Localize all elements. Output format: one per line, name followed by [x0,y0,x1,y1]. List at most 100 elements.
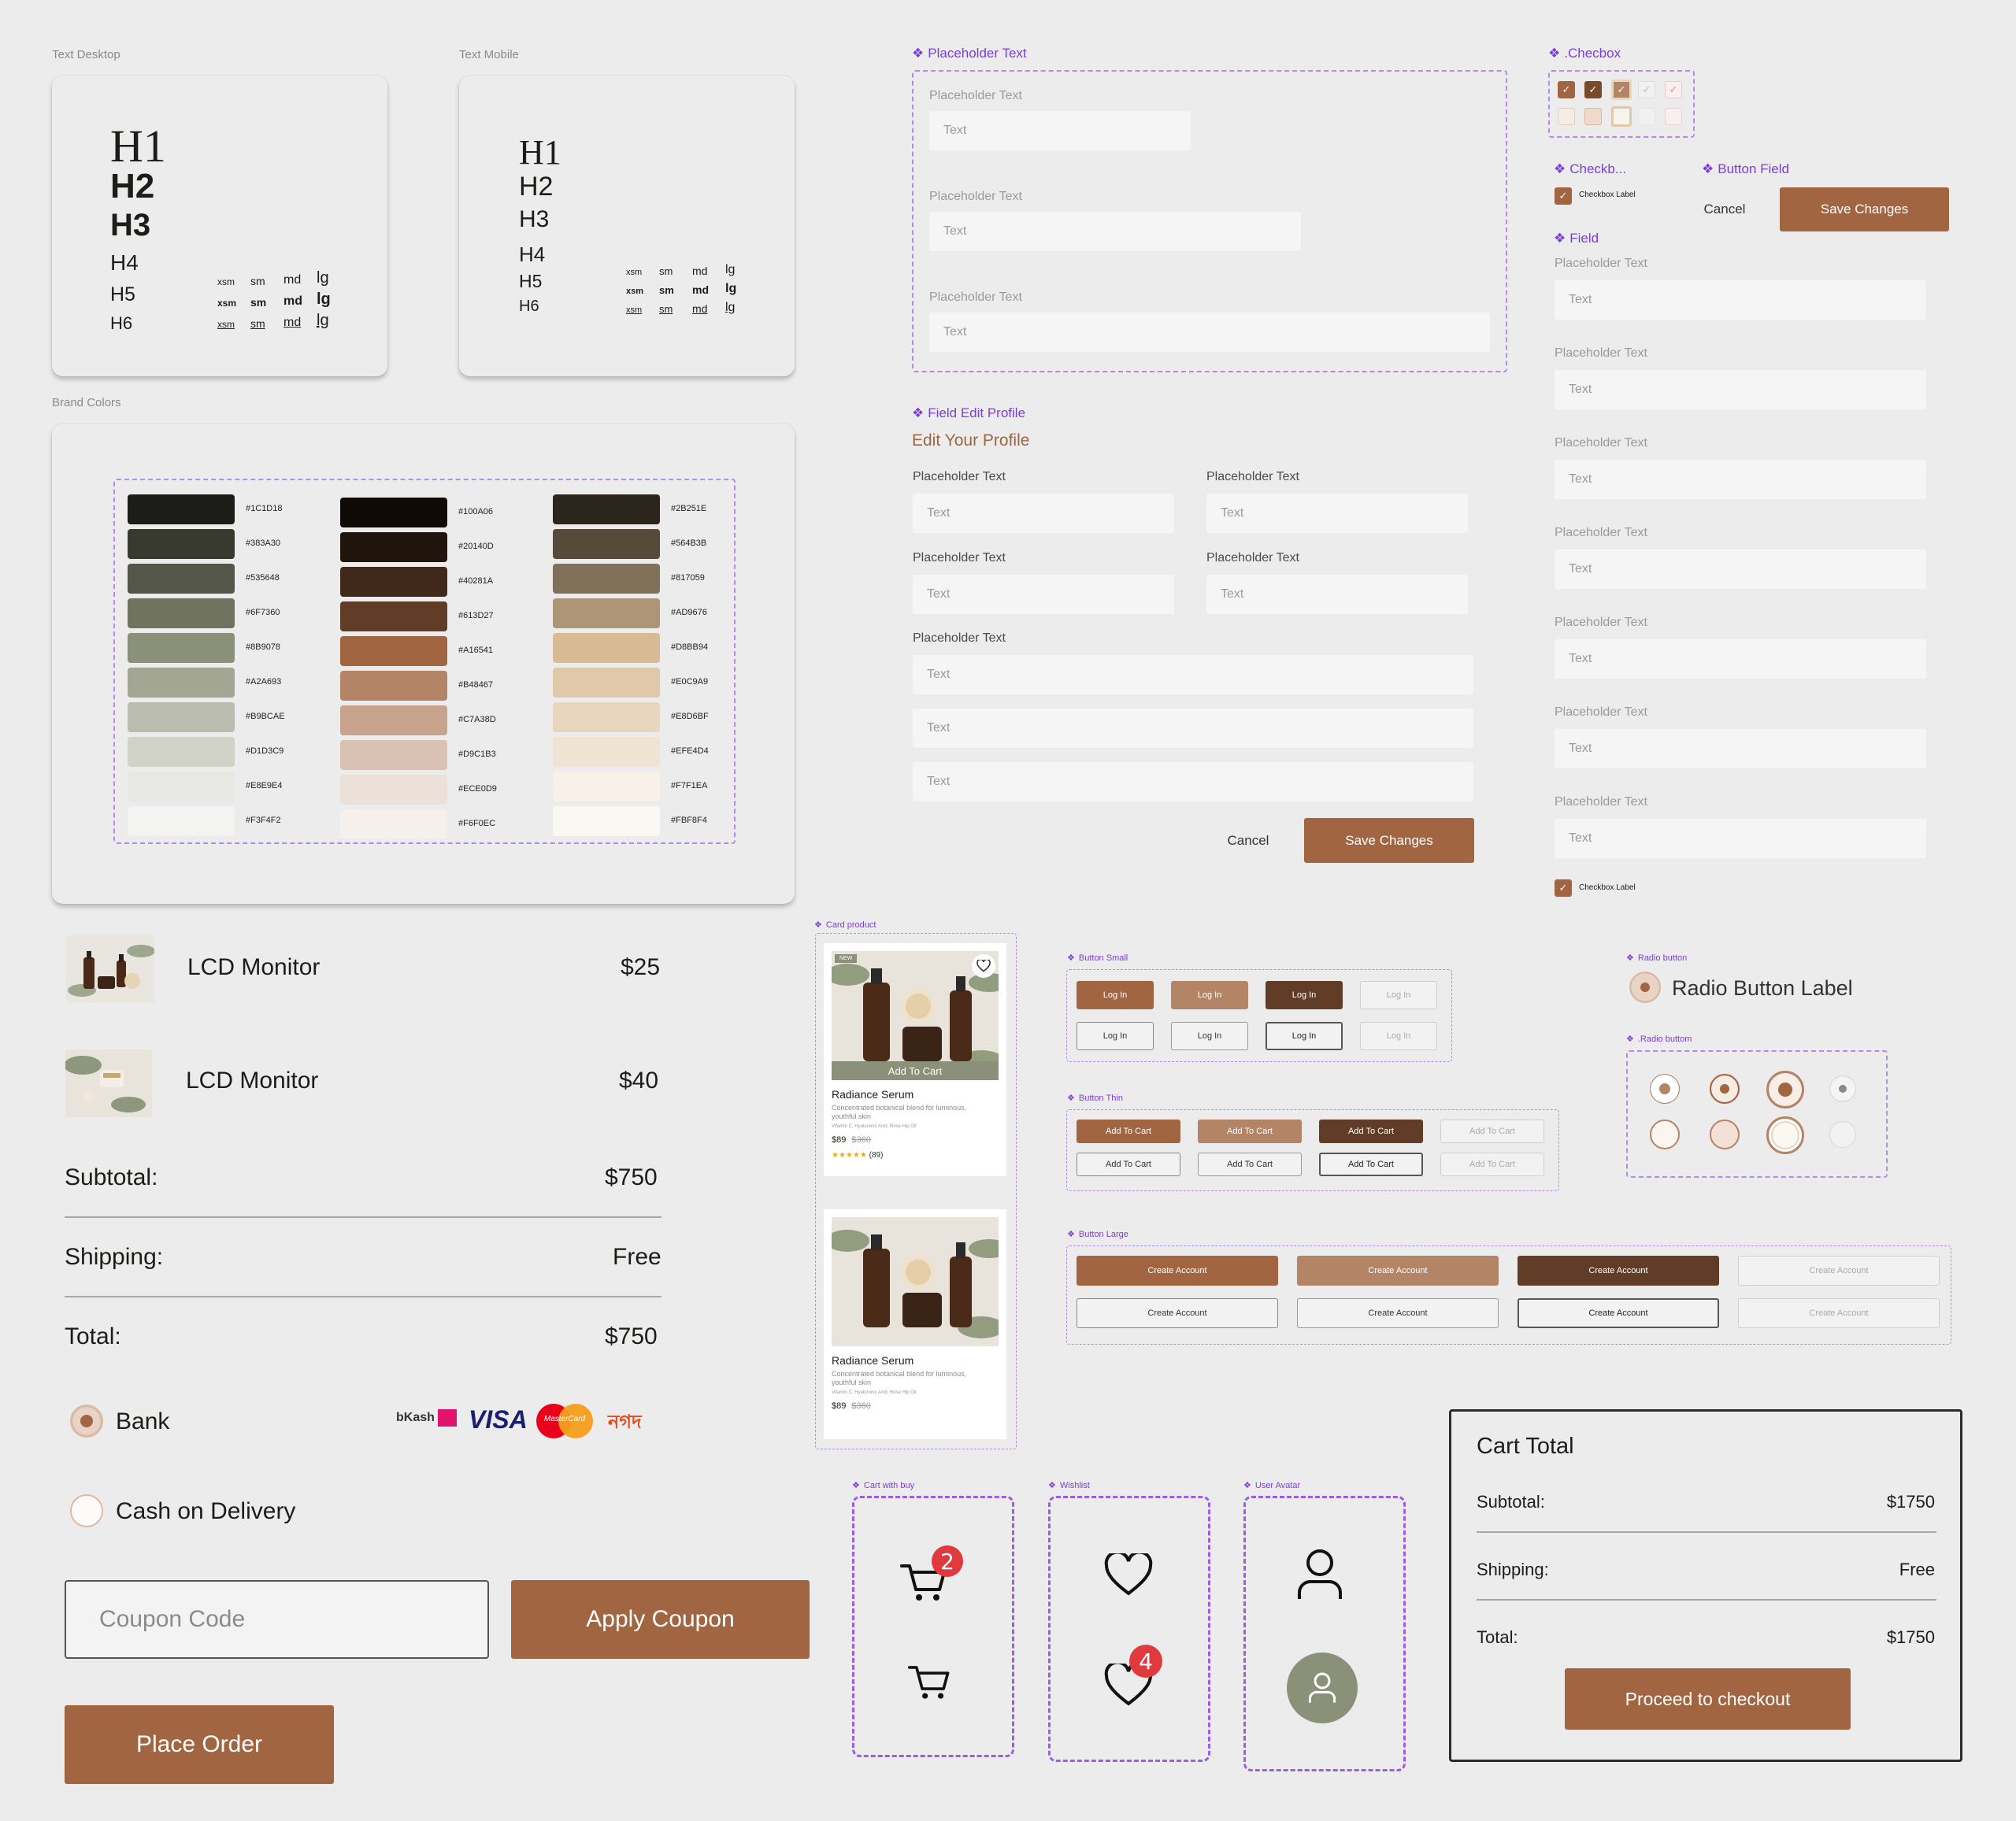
thin-variant-button[interactable]: Add To Cart [1077,1153,1180,1176]
user-avatar-component-label: ❖ User Avatar [1243,1481,1301,1490]
thin-variant-button[interactable]: Add To Cart [1440,1153,1544,1176]
profile-input[interactable]: Text [913,709,1473,748]
radio-selected[interactable] [1829,1075,1856,1102]
color-swatch [553,598,660,628]
text-mobile-card: H1 H2 H3 H4 H5 H6 xsm sm md lg xsm sm md lg xs… [459,76,795,376]
large-variant-button[interactable]: Create Account [1738,1298,1940,1328]
checkbox-unchecked[interactable] [1558,108,1575,125]
checkbox-checked[interactable]: ✓ [1558,81,1575,98]
text-input[interactable]: Text [929,212,1301,251]
thin-variant-button[interactable]: Add To Cart [1319,1120,1423,1143]
save-changes-button[interactable]: Save Changes [1780,187,1949,231]
thin-variant-button[interactable]: Add To Cart [1319,1153,1423,1176]
thin-variant-button[interactable]: Add To Cart [1198,1120,1302,1143]
user-profile-button[interactable] [1296,1547,1343,1606]
large-variant-button[interactable]: Create Account [1297,1256,1499,1286]
wishlist-with-badge[interactable]: 4 [1104,1645,1162,1712]
avatar[interactable] [1287,1653,1358,1723]
small-variant-button[interactable]: Log In [1266,981,1343,1009]
checkbox-checked[interactable]: ✓ [1611,80,1632,100]
text-input[interactable]: Text [929,313,1490,352]
profile-input[interactable]: Text [913,762,1473,801]
size-md: md [692,283,709,296]
checkbox-unchecked[interactable] [1584,108,1602,125]
size-sm: sm [250,275,265,287]
cancel-button[interactable]: Cancel [1693,187,1756,231]
checkbox-unchecked[interactable] [1665,108,1682,125]
checkbox-checked[interactable]: ✓ [1555,879,1572,897]
checkbox-unchecked[interactable] [1611,106,1632,127]
text-input[interactable]: Text [1555,550,1926,589]
wishlist-toggle[interactable] [972,954,995,978]
color-swatch [340,809,447,839]
heading-h5-sample: H5 [110,283,135,305]
save-changes-button[interactable]: Save Changes [1304,818,1474,863]
thin-variant-button[interactable]: Add To Cart [1440,1120,1544,1143]
coupon-code-input[interactable]: Coupon Code [65,1580,489,1659]
payment-radio-cod[interactable] [70,1494,103,1527]
large-variant-button[interactable]: Create Account [1297,1298,1499,1328]
add-to-cart-overlay-button[interactable]: Add To Cart [832,1061,999,1080]
profile-input[interactable]: Text [1206,575,1468,614]
checkbox-checked[interactable]: ✓ [1584,81,1602,98]
wishlist-button[interactable] [1104,1550,1153,1601]
text-input[interactable]: Text [1555,280,1926,320]
radio-selected[interactable] [1710,1074,1740,1104]
radio-selected[interactable] [1650,1074,1680,1104]
checkbox-set-frame: ✓ ✓ ✓ ✓ ✓ [1548,70,1695,138]
large-variant-button[interactable]: Create Account [1077,1298,1278,1328]
text-input[interactable]: Text [929,111,1191,150]
product-card[interactable]: NEW Add To Cart Radiance Serum Concentra… [824,943,1006,1176]
radio-selected[interactable] [1766,1071,1804,1109]
profile-input[interactable]: Text [1206,494,1468,533]
profile-input[interactable]: Text [913,575,1174,614]
heading-h1-sample: H1 [110,120,166,172]
field-label: Placeholder Text [913,631,1006,645]
radio-button-component-label: ❖ Radio button [1626,953,1688,963]
text-input[interactable]: Text [1555,460,1926,499]
large-variant-button[interactable]: Create Account [1518,1298,1719,1328]
small-variant-button[interactable]: Log In [1171,981,1248,1009]
radio-selected[interactable] [1629,972,1661,1003]
color-swatch [553,633,660,663]
button-large-component-label: ❖ Button Large [1067,1230,1128,1239]
radio-unselected[interactable] [1766,1116,1804,1154]
cart-with-badge[interactable]: 2 [900,1545,963,1606]
large-variant-button[interactable]: Create Account [1077,1256,1278,1286]
text-input[interactable]: Text [1555,819,1926,858]
cart-icon [908,1666,950,1699]
cancel-button[interactable]: Cancel [1205,819,1292,863]
large-variant-button[interactable]: Create Account [1518,1256,1719,1286]
small-variant-button[interactable]: Log In [1360,1022,1437,1050]
profile-input[interactable]: Text [913,655,1473,694]
size-lg: lg [317,269,329,287]
checkbox-checked[interactable]: ✓ [1638,81,1655,98]
checkbox-unchecked[interactable] [1638,108,1655,125]
large-variant-button[interactable]: Create Account [1738,1256,1940,1286]
small-variant-button[interactable]: Log In [1077,1022,1154,1050]
checkbox-checked[interactable]: ✓ [1665,81,1682,98]
small-variant-button[interactable]: Log In [1266,1022,1343,1050]
proceed-to-checkout-button[interactable]: Proceed to checkout [1565,1668,1851,1730]
radio-unselected[interactable] [1829,1121,1856,1148]
small-variant-button[interactable]: Log In [1077,981,1154,1009]
checkbox-checked[interactable]: ✓ [1555,187,1572,205]
radio-unselected[interactable] [1650,1120,1680,1149]
text-input[interactable]: Text [1555,639,1926,679]
radio-unselected[interactable] [1710,1120,1740,1149]
profile-input[interactable]: Text [913,494,1174,533]
small-variant-button[interactable]: Log In [1171,1022,1248,1050]
thin-variant-button[interactable]: Add To Cart [1077,1120,1180,1143]
color-swatch [340,671,447,701]
product-card[interactable]: Radiance Serum Concentrated botanical bl… [824,1209,1006,1439]
cart-total-panel: Cart Total Subtotal: $1750 Shipping: Fre… [1449,1409,1962,1762]
text-input[interactable]: Text [1555,729,1926,768]
apply-coupon-button[interactable]: Apply Coupon [511,1580,810,1659]
thin-variant-button[interactable]: Add To Cart [1198,1153,1302,1176]
small-variant-button[interactable]: Log In [1360,981,1437,1009]
place-order-button[interactable]: Place Order [65,1705,334,1784]
payment-radio-bank[interactable] [70,1405,103,1438]
text-input[interactable]: Text [1555,370,1926,409]
product-thumbnail [66,935,154,1003]
cart-button[interactable] [908,1662,952,1705]
